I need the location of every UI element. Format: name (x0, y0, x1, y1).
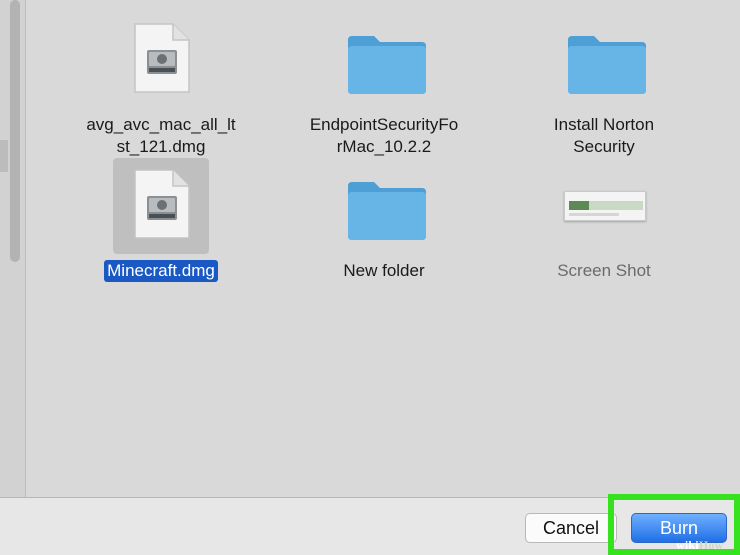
file-label-line2: st_121.dmg (116, 137, 206, 156)
file-item-endpoint-folder[interactable]: EndpointSecurityFo rMac_10.2.2 (284, 12, 484, 158)
watermark-how: How (698, 538, 724, 552)
file-item-minecraft-dmg[interactable]: Minecraft.dmg (61, 158, 261, 282)
file-label-line2: rMac_10.2.2 (336, 137, 432, 156)
folder-icon (568, 36, 646, 94)
screenshot-thumbnail-icon (564, 191, 646, 221)
selected-icon-highlight (113, 158, 209, 254)
file-label-line2: Security (573, 137, 635, 156)
scrollbar[interactable] (0, 0, 26, 497)
thumb-bar-light (569, 213, 619, 216)
icon-wrap (556, 158, 652, 254)
file-item-avg-dmg[interactable]: avg_avc_mac_all_lt st_121.dmg (61, 12, 261, 158)
icon-wrap (113, 12, 209, 108)
file-item-screen-shot[interactable]: Screen Shot (504, 158, 704, 282)
scroll-nub (0, 140, 8, 172)
folder-icon (348, 36, 426, 94)
file-item-norton-folder[interactable]: Install Norton Security (504, 12, 704, 158)
cancel-button[interactable]: Cancel (525, 513, 617, 543)
watermark-wiki: wiki (676, 538, 699, 552)
disk-image-icon (134, 23, 190, 93)
file-label-line1: EndpointSecurityFo (309, 115, 459, 134)
scroll-thumb[interactable] (10, 0, 20, 262)
disk-image-icon (134, 169, 190, 239)
file-item-new-folder[interactable]: New folder (284, 158, 484, 282)
wikihow-watermark: wikiHow (676, 538, 723, 553)
file-label-dimmed: Screen Shot (557, 261, 651, 280)
thumb-bar-dark (569, 201, 589, 210)
icon-wrap (336, 12, 432, 108)
folder-icon (348, 182, 426, 240)
icon-wrap (556, 12, 652, 108)
file-label: New folder (343, 261, 425, 280)
file-browser-area: avg_avc_mac_all_lt st_121.dmg EndpointSe… (27, 0, 740, 497)
file-label-line1: avg_avc_mac_all_lt (86, 115, 236, 134)
file-label-line1: Install Norton (553, 115, 655, 134)
file-label-selected: Minecraft.dmg (104, 260, 218, 282)
icon-wrap (336, 158, 432, 254)
thumb-bar (569, 201, 643, 210)
